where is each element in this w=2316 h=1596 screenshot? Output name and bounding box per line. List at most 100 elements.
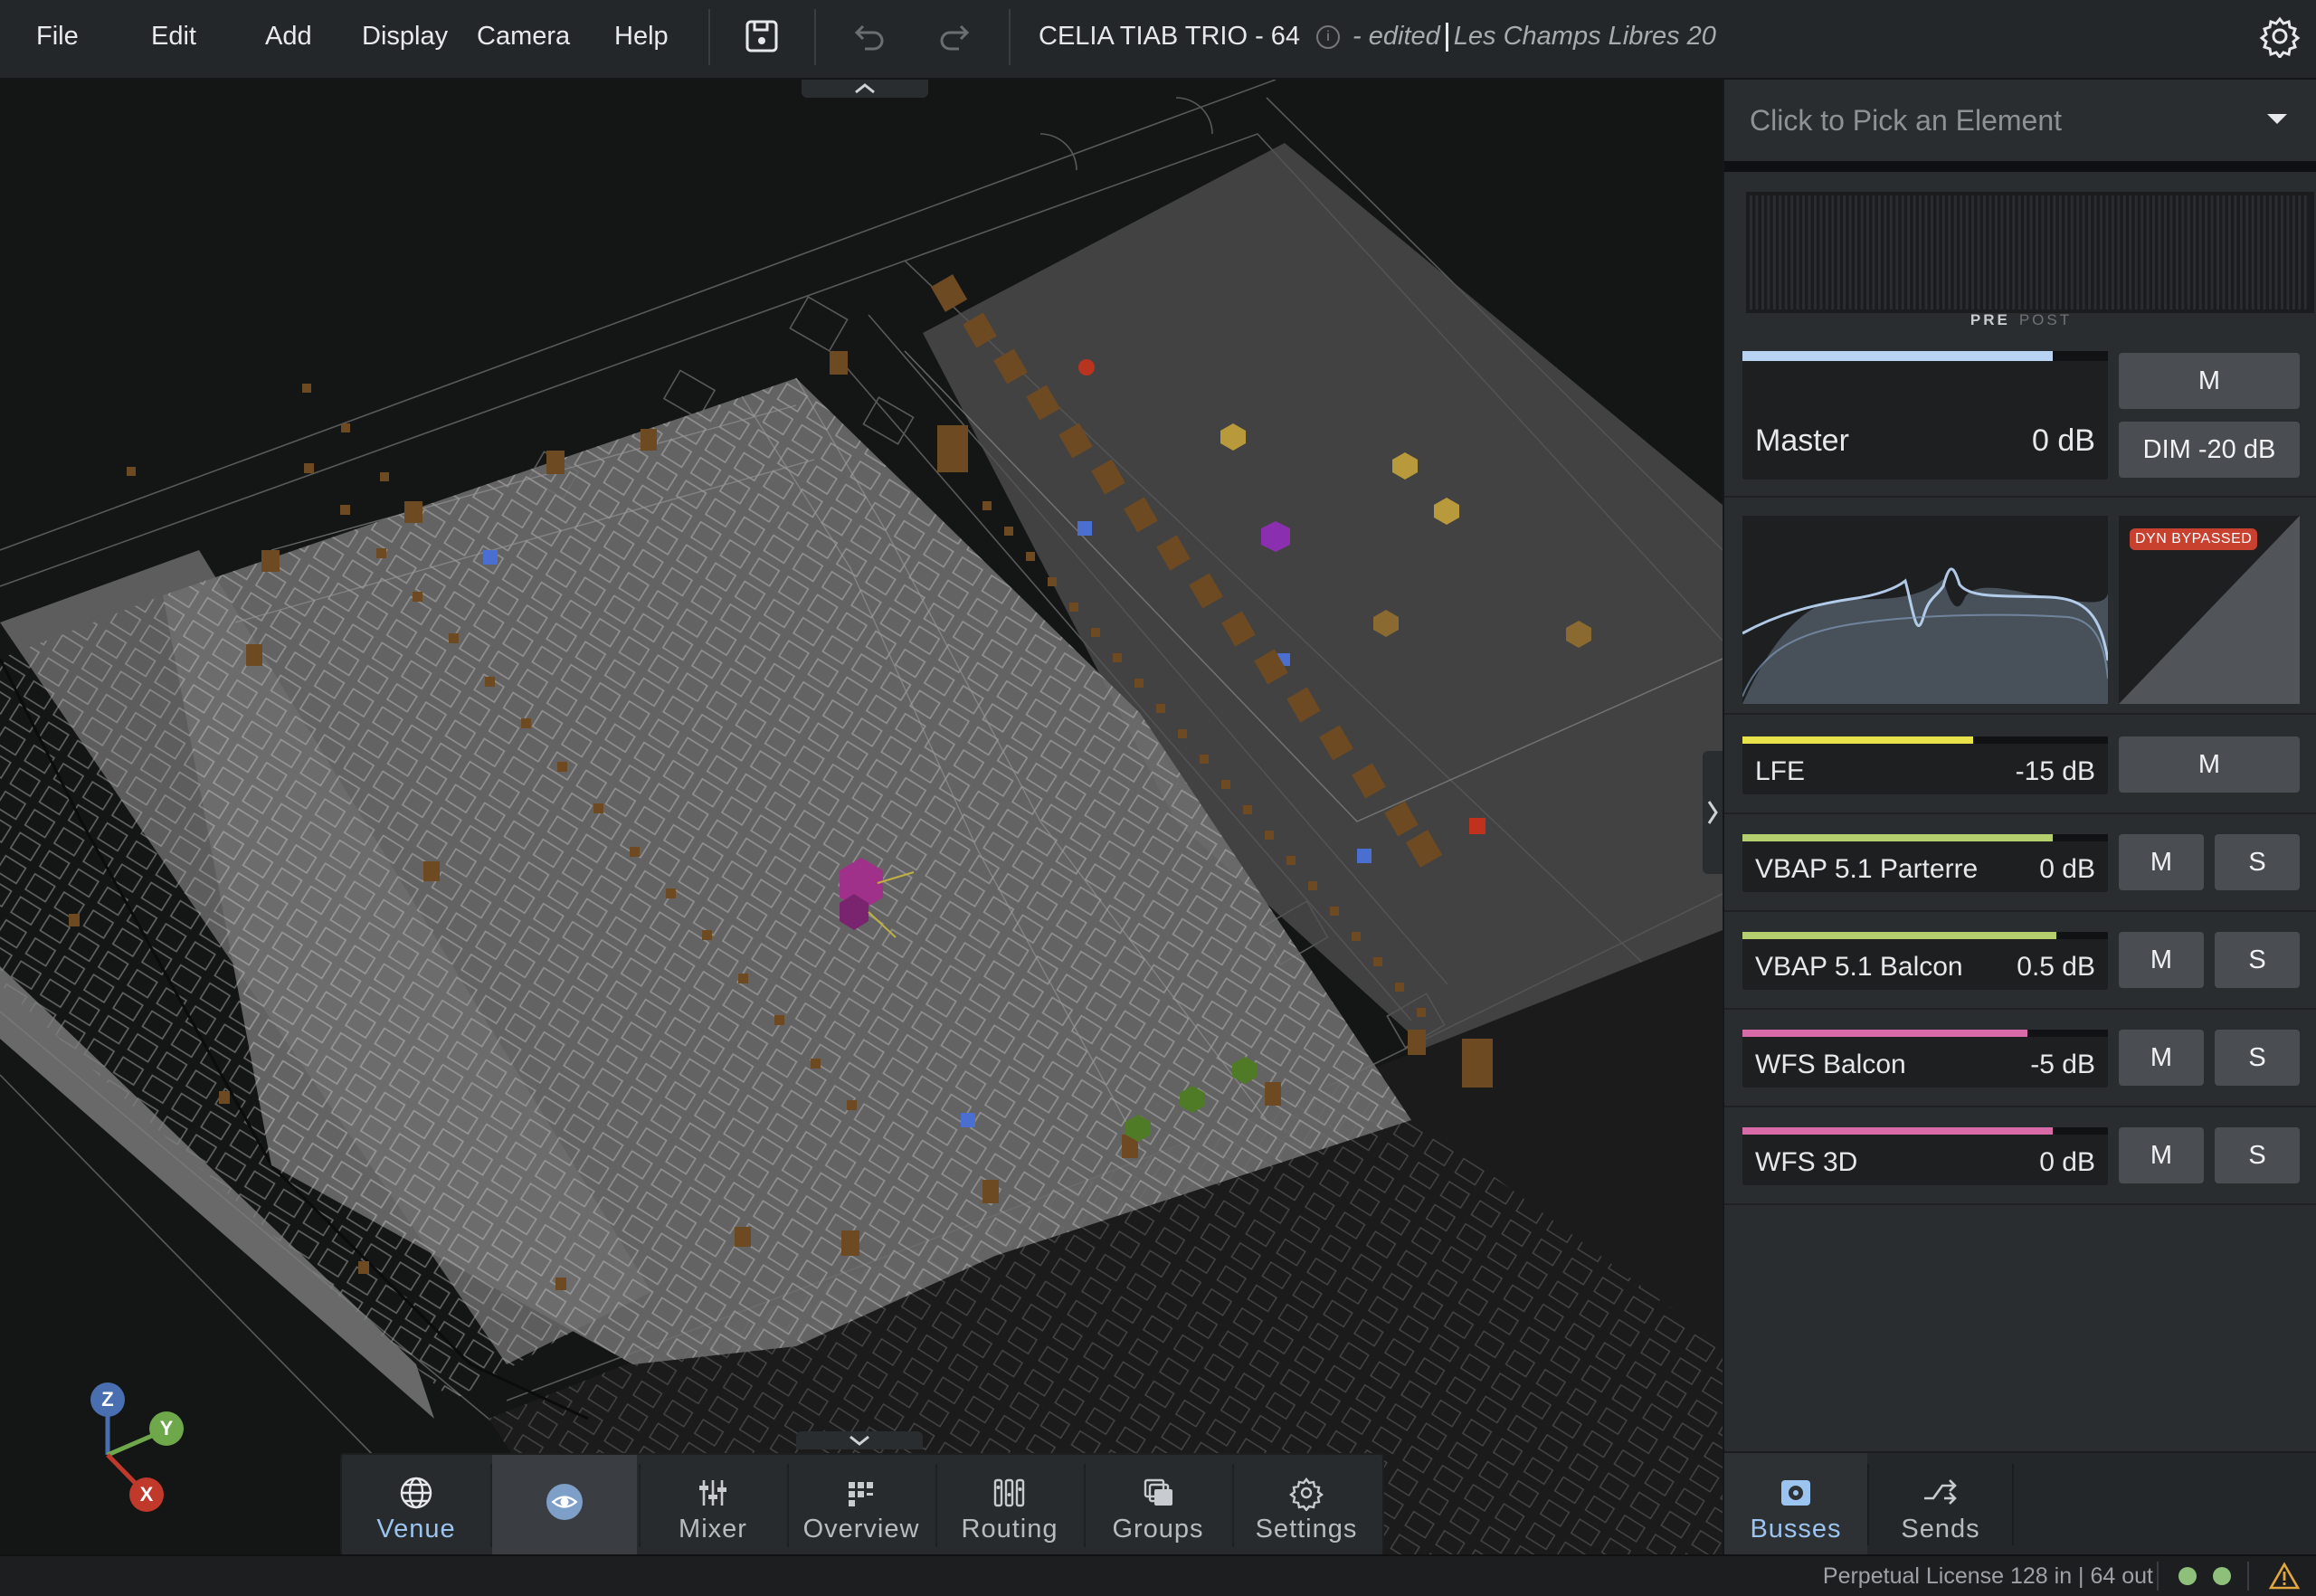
wfs-balcon-solo-button[interactable]: S xyxy=(2215,1030,2300,1086)
meter-channel xyxy=(1994,195,1998,309)
info-icon[interactable]: i xyxy=(1316,25,1341,50)
undo-icon[interactable] xyxy=(847,16,888,58)
meter-channel xyxy=(1907,195,1911,309)
bus-name: VBAP 5.1 Balcon xyxy=(1755,952,1963,982)
meter-pre[interactable]: PRE xyxy=(1970,311,2010,328)
redo-icon[interactable] xyxy=(935,16,977,58)
element-picker[interactable]: Click to Pick an Element xyxy=(1724,80,2316,172)
meter-channel xyxy=(1866,195,1869,309)
meter-channel xyxy=(2169,195,2173,309)
meter-channel xyxy=(2286,195,2290,309)
menu-help[interactable]: Help xyxy=(614,0,669,72)
collapse-bottom-handle[interactable] xyxy=(796,1431,923,1449)
meter-channel xyxy=(1924,195,1928,309)
menu-add[interactable]: Add xyxy=(265,0,312,72)
bus-vbap-balcon[interactable]: VBAP 5.1 Balcon 0.5 dB xyxy=(1742,932,2108,990)
meter-channel xyxy=(1796,195,1799,309)
meter-channel xyxy=(2012,195,2016,309)
save-icon[interactable] xyxy=(742,16,783,58)
warning-icon[interactable] xyxy=(2269,1562,2300,1591)
bus-level-track xyxy=(1742,1127,2108,1135)
meter-channel xyxy=(2100,195,2102,309)
lfe-mute-button[interactable]: M xyxy=(2119,736,2300,793)
meter-channel xyxy=(2117,195,2121,309)
bus-level-track xyxy=(1742,736,2108,744)
bus-level-fill xyxy=(1742,834,2054,841)
master-dim-button[interactable]: DIM -20 dB xyxy=(2119,422,2300,478)
bus-value[interactable]: -15 dB xyxy=(2016,756,2095,787)
meter-channel xyxy=(1965,195,1969,309)
meter-channel xyxy=(2082,195,2085,309)
vbap-balcon-solo-button[interactable]: S xyxy=(2215,932,2300,988)
master-bus[interactable]: Master 0 dB xyxy=(1742,351,2108,480)
meter-channel xyxy=(1860,195,1864,309)
vbap-parterre-mute-button[interactable]: M xyxy=(2119,834,2204,890)
nav-routing[interactable]: Routing xyxy=(937,1455,1082,1556)
meter-channel xyxy=(2017,195,2021,309)
bus-lfe[interactable]: LFE -15 dB xyxy=(1742,736,2108,794)
bus-wfs-3d[interactable]: WFS 3D 0 dB xyxy=(1742,1127,2108,1185)
meter-channel xyxy=(2205,195,2208,309)
meter-channel xyxy=(2280,195,2283,309)
meter-channel xyxy=(2006,195,2009,309)
meter-channel xyxy=(1784,195,1788,309)
meter-channel xyxy=(2292,195,2295,309)
vbap-parterre-solo-button[interactable]: S xyxy=(2215,834,2300,890)
menu-display[interactable]: Display xyxy=(362,0,448,72)
venue-3d-viewport[interactable]: Z Y X xyxy=(0,80,1723,1554)
eq-curve[interactable] xyxy=(1742,516,2110,704)
wfs-balcon-mute-button[interactable]: M xyxy=(2119,1030,2204,1086)
menu-file[interactable]: File xyxy=(36,0,79,72)
bus-vbap-parterre[interactable]: VBAP 5.1 Parterre 0 dB xyxy=(1742,834,2108,892)
meter-channel xyxy=(1872,195,1875,309)
meter-channel xyxy=(1825,195,1828,309)
meter-channel xyxy=(2227,195,2231,309)
dynamics-graph[interactable]: DYN BYPASSED xyxy=(2119,516,2300,704)
nav-mixer[interactable]: Mixer xyxy=(641,1455,785,1556)
gear-icon[interactable] xyxy=(2258,14,2302,58)
menu-edit[interactable]: Edit xyxy=(151,0,196,72)
bus-value[interactable]: 0 dB xyxy=(2039,1147,2095,1178)
meter-channel xyxy=(2222,195,2226,309)
bus-wfs-balcon[interactable]: WFS Balcon -5 dB xyxy=(1742,1030,2108,1088)
panel-toggle-handle[interactable] xyxy=(1703,751,1723,874)
nav-settings[interactable]: Settings xyxy=(1234,1455,1379,1556)
nav-overview[interactable]: Overview xyxy=(789,1455,934,1556)
status-bar: Perpetual License 128 in | 64 out xyxy=(0,1554,2316,1596)
nav-visibility[interactable] xyxy=(492,1455,637,1556)
meter-channel xyxy=(2175,195,2178,309)
toolbar-divider xyxy=(1009,9,1011,65)
meter-channel xyxy=(2058,195,2062,309)
meter-channel xyxy=(2198,195,2202,309)
tab-sends[interactable]: Sends xyxy=(1869,1453,2012,1556)
collapse-top-handle[interactable] xyxy=(802,80,928,98)
bus-name: VBAP 5.1 Parterre xyxy=(1755,854,1979,884)
meter-channel xyxy=(1808,195,1811,309)
master-value[interactable]: 0 dB xyxy=(2032,423,2095,459)
nav-label: Venue xyxy=(376,1515,456,1544)
title-separator xyxy=(1445,23,1448,52)
meter-mode-toggle[interactable]: PRE POST xyxy=(1724,311,2316,329)
meter-channel xyxy=(2024,195,2027,309)
bus-value[interactable]: 0.5 dB xyxy=(2017,952,2095,983)
bus-value[interactable]: 0 dB xyxy=(2039,854,2095,885)
bus-value[interactable]: -5 dB xyxy=(2030,1050,2095,1080)
wfs-3d-solo-button[interactable]: S xyxy=(2215,1127,2300,1183)
meter-post[interactable]: POST xyxy=(2019,311,2072,328)
eye-icon xyxy=(546,1484,583,1520)
nav-groups[interactable]: Groups xyxy=(1086,1455,1230,1556)
menu-camera[interactable]: Camera xyxy=(477,0,570,72)
meter-channel xyxy=(1983,195,1986,309)
status-divider xyxy=(2157,1562,2159,1591)
nav-venue[interactable]: Venue xyxy=(344,1455,489,1556)
meter-channel xyxy=(2163,195,2167,309)
wfs-3d-mute-button[interactable]: M xyxy=(2119,1127,2204,1183)
meter-channel xyxy=(1889,195,1893,309)
tab-busses[interactable]: Busses xyxy=(1724,1453,1867,1556)
vbap-balcon-mute-button[interactable]: M xyxy=(2119,932,2204,988)
grid-icon xyxy=(849,1482,873,1506)
meter-channel xyxy=(1953,195,1957,309)
bus-level-track xyxy=(1742,1030,2108,1037)
meter-channel xyxy=(2140,195,2144,309)
master-mute-button[interactable]: M xyxy=(2119,353,2300,409)
